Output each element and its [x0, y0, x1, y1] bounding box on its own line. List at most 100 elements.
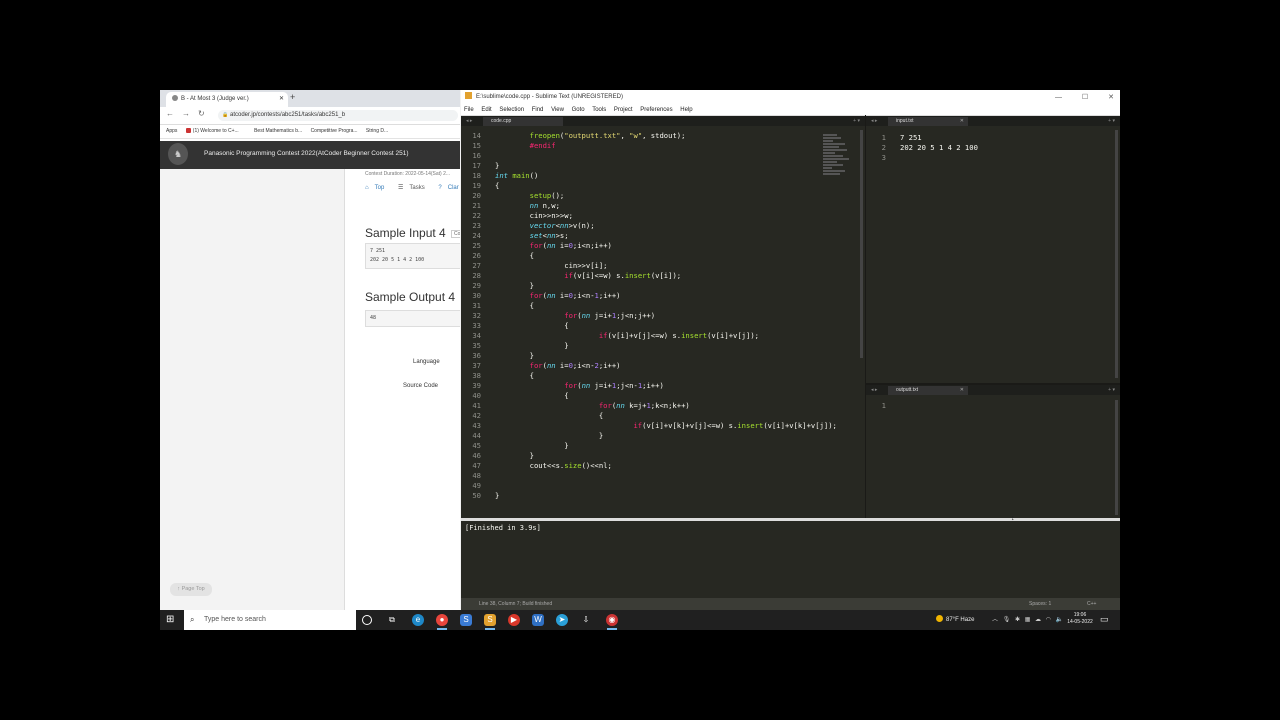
media-player-icon[interactable]: ▶ [508, 614, 520, 626]
nav-tasks[interactable]: ☰ Tasks [398, 185, 431, 191]
code-line[interactable]: 21 nn n,w; [461, 201, 821, 211]
minimize-icon[interactable]: — [1055, 94, 1062, 101]
back-icon[interactable]: ← [166, 109, 174, 118]
input-scrollbar[interactable] [1115, 130, 1118, 378]
input-line[interactable]: 2 202 20 5 1 4 2 100 [866, 143, 1106, 153]
nav-clar[interactable]: ? Clar [438, 185, 460, 191]
input-tab-menu-icon[interactable]: + ▾ [1108, 116, 1115, 126]
code-line[interactable]: 45 } [461, 441, 821, 451]
bookmark-apps[interactable]: Apps [166, 128, 177, 134]
output-scrollbar[interactable] [1115, 400, 1118, 515]
code-line[interactable]: 37 for(nn i=0;i<n-2;i++) [461, 361, 821, 371]
microphone-icon[interactable]: 🎙 [1003, 617, 1011, 623]
forward-icon[interactable]: → [182, 109, 190, 118]
close-icon[interactable]: ✕ [1108, 94, 1114, 101]
menu-help[interactable]: Help [680, 107, 692, 113]
menu-tools[interactable]: Tools [592, 107, 606, 113]
code-line[interactable]: 16 [461, 151, 821, 161]
copy-button[interactable]: Co [451, 230, 460, 238]
code-line[interactable]: 25 for(nn i=0;i<n;i++) [461, 241, 821, 251]
editor-scrollbar[interactable] [860, 130, 863, 358]
menu-preferences[interactable]: Preferences [640, 107, 672, 113]
code-line[interactable]: 29 } [461, 281, 821, 291]
minimap[interactable] [823, 134, 851, 186]
output-editor[interactable]: 1 [866, 401, 1106, 411]
code-line[interactable]: 31 { [461, 301, 821, 311]
code-line[interactable]: 33 { [461, 321, 821, 331]
code-line[interactable]: 17} [461, 161, 821, 171]
tab-scroll-left-icon[interactable]: ◂ ▸ [466, 116, 472, 126]
network-icon[interactable]: ▦ [1025, 617, 1031, 623]
bookmark-math[interactable]: Best Mathematics b... [254, 128, 302, 134]
cloud-icon[interactable]: ☁ [1035, 617, 1041, 623]
reload-icon[interactable]: ↻ [198, 109, 205, 118]
bookmark-string[interactable]: String D... [366, 128, 388, 134]
close-tab-icon[interactable]: ✕ [960, 117, 964, 126]
close-tab-icon[interactable]: ✕ [279, 92, 284, 107]
output-tab-menu-icon[interactable]: + ▾ [1108, 385, 1115, 395]
contest-title[interactable]: Panasonic Programming Contest 2022(AtCod… [204, 150, 409, 157]
edge-icon[interactable]: e [412, 614, 424, 626]
menu-selection[interactable]: Selection [499, 107, 524, 113]
code-line[interactable]: 46 } [461, 451, 821, 461]
atcoder-logo-icon[interactable]: ♞ [168, 143, 188, 165]
taskbar-search[interactable]: ⌕ Type here to search [184, 610, 356, 630]
windows-start-icon[interactable]: ⊞ [166, 614, 178, 626]
code-line[interactable]: 22 cin>>n>>w; [461, 211, 821, 221]
code-line[interactable]: 47 cout<<s.size()<<nl; [461, 461, 821, 471]
notification-icon[interactable]: ▭ [1100, 614, 1109, 625]
code-line[interactable]: 44 } [461, 431, 821, 441]
taskbar-clock[interactable]: 19:06 14-05-2022 [1066, 612, 1094, 626]
tab-code-cpp[interactable]: code.cpp [483, 117, 563, 126]
word-icon[interactable]: W [532, 614, 544, 626]
bookmark-youtube[interactable]: (1) Welcome to C+... [185, 128, 246, 134]
status-indentation[interactable]: Spaces: 1 [1029, 598, 1051, 610]
input-tab-scroll-icon[interactable]: ◂ ▸ [871, 116, 877, 126]
maximize-icon[interactable]: ☐ [1082, 94, 1088, 101]
code-line[interactable]: 20 setup(); [461, 191, 821, 201]
menu-find[interactable]: Find [532, 107, 544, 113]
output-line[interactable]: 1 [866, 401, 1106, 411]
bluetooth-icon[interactable]: ✱ [1015, 617, 1020, 623]
code-line[interactable]: 49 [461, 481, 821, 491]
code-line[interactable]: 43 if(v[i]+v[k]+v[j]<=w) s.insert(v[i]+v… [461, 421, 837, 431]
code-line[interactable]: 18 int main() [461, 171, 821, 181]
code-line[interactable]: 32 for(nn j=i+1;j<n;j++) [461, 311, 821, 321]
code-line[interactable]: 19 { [461, 181, 821, 191]
sublime-taskbar-icon[interactable]: S [460, 614, 472, 626]
code-line[interactable]: 14 freopen("outputt.txt", "w", stdout); [461, 131, 821, 141]
code-line[interactable]: 24 set<nn>s; [461, 231, 821, 241]
download-icon[interactable]: ⇩ [580, 614, 592, 626]
wifi-icon[interactable]: ◠ [1046, 617, 1051, 623]
pane-divider[interactable] [865, 115, 866, 518]
menu-view[interactable]: View [551, 107, 564, 113]
task-view-icon[interactable]: ⧉ [386, 614, 398, 626]
tab-output-txt[interactable]: outputt.txt ✕ [888, 386, 968, 395]
close-tab-icon[interactable]: ✕ [960, 386, 964, 395]
telegram-icon[interactable]: ➤ [556, 614, 568, 626]
input-line[interactable]: 3 [866, 153, 1106, 163]
output-tab-scroll-icon[interactable]: ◂ ▸ [871, 385, 877, 395]
input-editor[interactable]: 1 7 251 2 202 20 5 1 4 2 100 3 [866, 133, 1106, 163]
tab-input-txt[interactable]: input.txt ✕ [888, 117, 968, 126]
code-line[interactable]: 50} [461, 491, 821, 501]
address-bar[interactable]: 🔒 atcoder.jp/contests/abc251/tasks/abc25… [218, 110, 458, 121]
code-line[interactable]: 39 for(nn j=i+1;j<n-1;i++) [461, 381, 821, 391]
code-line[interactable]: 34 if(v[i]+v[j]<=w) s.insert(v[i]+v[j]); [461, 331, 821, 341]
code-line[interactable]: 41 for(nn k=j+1;k<n;k++) [461, 401, 821, 411]
weather-widget[interactable]: 87°F Haze [936, 610, 974, 630]
tray-chevron-icon[interactable]: ︿ [992, 617, 998, 623]
code-line[interactable]: 48 [461, 471, 821, 481]
code-line[interactable]: 35 } [461, 341, 821, 351]
volume-icon[interactable]: 🔈 [1056, 617, 1063, 623]
nav-top[interactable]: ⌂ Top [365, 185, 390, 191]
sublime-active-icon[interactable]: S [484, 614, 496, 630]
chrome-icon[interactable]: ● [436, 614, 448, 630]
code-editor[interactable]: 14 freopen("outputt.txt", "w", stdout); 1… [461, 131, 837, 501]
code-line[interactable]: 23 vector<nn>v(n); [461, 221, 821, 231]
code-line[interactable]: 30 for(nn i=0;i<n-1;i++) [461, 291, 821, 301]
browser-tab[interactable]: B - At Most 3 (Judge ver.) ✕ [166, 92, 288, 107]
status-syntax[interactable]: C++ [1087, 598, 1096, 610]
code-line[interactable]: 42 { [461, 411, 821, 421]
new-tab-icon[interactable]: + [290, 92, 295, 102]
